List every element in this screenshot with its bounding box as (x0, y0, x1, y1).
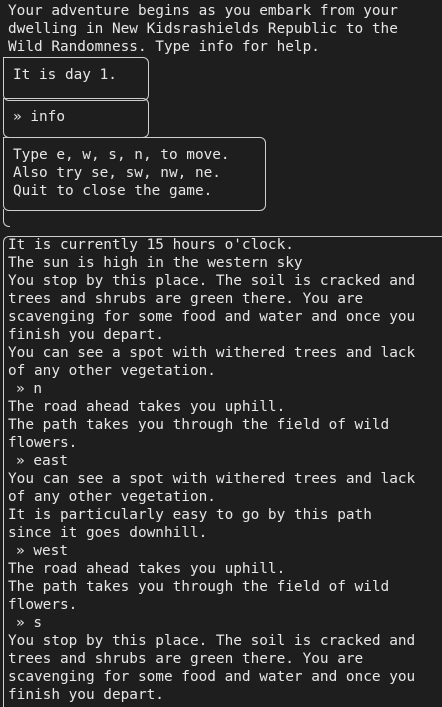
log-line: You stop by this place. The soil is crac… (8, 633, 416, 649)
log-line: The road ahead takes you uphill. (8, 399, 286, 415)
empty-message-box (3, 209, 10, 227)
log-line: since it goes downhill. (8, 525, 208, 541)
log-line: flowers. (8, 435, 78, 451)
game-log: It is currently 15 hours o'clock. The sun… (3, 236, 442, 707)
intro-line: Wild Randomness. Type info for help. (8, 39, 320, 55)
log-line: The path takes you through the field of … (8, 417, 390, 433)
help-line: Type e, w, s, n, to move. (13, 147, 230, 163)
intro-line: Your adventure begins as you embark from… (8, 3, 398, 19)
help-line: Also try se, sw, nw, ne. (13, 165, 221, 181)
log-line: The sun is high in the western sky (8, 255, 303, 271)
log-line: flowers. (8, 597, 78, 613)
log-line: scavenging for some food and water and o… (8, 669, 416, 685)
log-command-line: » n (16, 381, 42, 397)
log-line: You stop by this place. The soil is crac… (8, 273, 416, 289)
help-line: Quit to close the game. (13, 183, 213, 199)
log-line: finish you depart. (8, 327, 164, 343)
log-line: of any other vegetation. (8, 489, 216, 505)
command-line: » info (13, 109, 65, 125)
log-line: It is particularly easy to go by this pa… (8, 507, 372, 523)
help-message-box: Type e, w, s, n, to move. Also try se, s… (3, 137, 266, 211)
intro-line: dwelling in New Kidsrashields Republic t… (8, 21, 398, 37)
log-line: The path takes you through the field of … (8, 579, 390, 595)
command-echo-box: » info (3, 98, 149, 138)
log-line: of any other vegetation. (8, 363, 216, 379)
day-line: It is day 1. (13, 67, 117, 83)
log-command-line: » s (16, 615, 42, 631)
log-line: finish you depart. (8, 687, 164, 703)
log-command-line: » west (16, 543, 68, 559)
intro-message: Your adventure begins as you embark from… (8, 2, 442, 56)
log-line: You can see a spot with withered trees a… (8, 471, 416, 487)
log-line: scavenging for some food and water and o… (8, 309, 416, 325)
log-line: It is currently 15 hours o'clock. (8, 237, 294, 253)
log-line: trees and shrubs are green there. You ar… (8, 291, 364, 307)
log-line: You can see a spot with withered trees a… (8, 345, 416, 361)
log-line: trees and shrubs are green there. You ar… (8, 651, 364, 667)
log-line: The road ahead takes you uphill. (8, 561, 286, 577)
day-message-box: It is day 1. (3, 57, 149, 101)
log-command-line: » east (16, 453, 68, 469)
